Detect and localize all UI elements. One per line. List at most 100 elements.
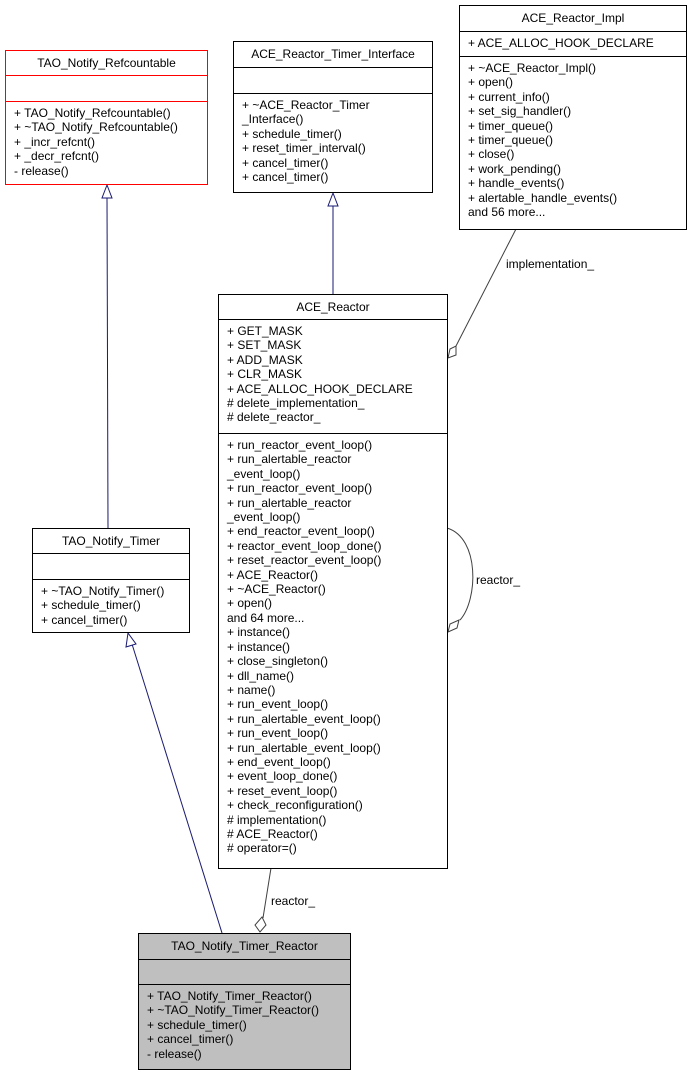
member-row: + current_info() [468,89,550,104]
member-row: + cancel_timer() [242,170,329,185]
inheritance-arrowhead-icon [101,183,113,199]
aggregation-diamond-icon [254,916,267,933]
member-row: + reset_event_loop() [227,783,338,798]
member-row: + schedule_timer() [41,598,141,613]
member-row: + dll_name() [227,668,295,683]
member-row: + _decr_refcnt() [14,149,100,164]
member-row: + ACE_Reactor() [227,567,319,582]
member-row: + ~TAO_Notify_Refcountable() [14,120,178,135]
member-row: and 56 more... [468,205,546,220]
aggregation-diamond-icon [447,619,460,633]
edge-label-reactor-member: reactor_ [271,894,316,908]
member-row: + run_event_loop() [227,697,329,712]
member-row: + open() [227,596,273,611]
member-row: + close_singleton() [227,654,329,669]
member-row: + ~ACE_Reactor_Impl() [468,61,597,75]
member-row: + work_pending() [468,161,562,176]
class-attributes [234,68,432,94]
member-row: + ~TAO_Notify_Timer_Reactor() [147,1003,320,1018]
member-row: + run_alertable_reactor [227,495,352,510]
class-name: TAO_Notify_Timer_Reactor [139,934,350,960]
member-row: + end_reactor_event_loop() [227,524,375,539]
class-name: ACE_Reactor [219,295,447,320]
member-row: # delete_implementation_ [227,396,365,411]
member-row: - release() [14,163,69,178]
member-row: + run_alertable_reactor [227,452,352,467]
member-row: + event_loop_done() [227,769,338,784]
member-row: + ADD_MASK [227,352,303,367]
class-box-tao-notify-timer[interactable]: TAO_Notify_Timer + ~TAO_Notify_Timer() + … [32,528,190,633]
class-box-ace-reactor[interactable]: ACE_Reactor + GET_MASK + SET_MASK + ADD_MA… [218,294,448,869]
class-attributes: + GET_MASK + SET_MASK + ADD_MASK + CLR_MASK… [219,320,447,434]
member-row: + timer_queue() [468,118,554,133]
member-row: + alertable_handle_events() [468,190,618,205]
class-methods: + TAO_Notify_Refcountable() + ~TAO_Notify… [6,102,207,178]
class-box-ace-reactor-timer-interface[interactable]: ACE_Reactor_Timer_Interface + ~ACE_React… [233,41,433,193]
edge-label-implementation: implementation_ [506,257,595,271]
class-methods: + ~TAO_Notify_Timer() + schedule_timer() +… [33,580,189,627]
class-name: ACE_Reactor_Timer_Interface [234,42,432,68]
edge-label-reactor-self: reactor_ [476,573,521,587]
member-row: + _incr_refcnt() [14,134,96,149]
class-methods: + ~ACE_Reactor_Timer _Interface() + schedu… [234,94,432,184]
member-row: + end_event_loop() [227,754,331,769]
class-box-ace-reactor-impl[interactable]: ACE_Reactor_Impl + ACE_ALLOC_HOOK_DECLAR… [459,5,687,230]
member-row: _Interface() [242,112,304,127]
member-row: + cancel_timer() [41,612,128,627]
member-row: + open() [468,75,514,90]
member-row: + GET_MASK [227,324,303,338]
member-row: + run_reactor_event_loop() [227,481,373,496]
member-row: + run_alertable_event_loop() [227,711,381,726]
class-box-tao-notify-timer-reactor[interactable]: TAO_Notify_Timer_Reactor + TAO_Notify_Ti… [138,933,351,1070]
class-attributes [139,960,350,985]
member-row: # operator=() [227,841,297,856]
member-row: + reset_timer_interval() [242,141,366,156]
member-row: + reactor_event_loop_done() [227,538,382,553]
inheritance-edge-timerreactor-timer [131,643,223,934]
inheritance-edge-timer-refcountable [106,196,109,529]
class-name: ACE_Reactor_Impl [460,6,686,32]
member-row: + ~ACE_Reactor_Timer [242,98,370,112]
aggregation-diamond-icon [447,345,457,359]
member-row: + cancel_timer() [147,1032,234,1047]
member-row: + check_reconfiguration() [227,798,363,813]
class-name: TAO_Notify_Refcountable [6,51,207,76]
association-edge-reactor-member [262,867,272,919]
association-edge-implementation [455,228,517,347]
member-row: _event_loop() [227,466,301,481]
member-row: + reset_reactor_event_loop() [227,553,382,568]
member-row: + SET_MASK [227,338,302,353]
member-row: + ACE_ALLOC_HOOK_DECLARE [227,381,413,396]
member-row: + ~ACE_Reactor() [227,582,326,597]
member-row: + run_reactor_event_loop() [227,438,373,452]
class-methods: + run_reactor_event_loop() + run_alertabl… [219,434,447,856]
member-row: # delete_reactor_ [227,410,321,425]
member-row: + close() [468,147,515,162]
class-methods: + TAO_Notify_Timer_Reactor() + ~TAO_Notif… [139,985,350,1061]
member-row: # implementation() [227,812,327,827]
member-row: _event_loop() [227,510,301,525]
member-row: + CLR_MASK [227,367,303,382]
member-row: + handle_events() [468,176,565,191]
member-row: # ACE_Reactor() [227,826,318,841]
member-row: + name() [227,682,276,697]
member-row: + instance() [227,625,291,640]
member-row: + TAO_Notify_Timer_Reactor() [147,989,312,1003]
class-box-tao-notify-refcountable[interactable]: TAO_Notify_Refcountable + TAO_Notify_Ref… [5,50,208,185]
member-row: + run_event_loop() [227,726,329,741]
member-row: + run_alertable_event_loop() [227,740,381,755]
class-name: TAO_Notify_Timer [33,529,189,554]
class-methods: + ~ACE_Reactor_Impl() + open() + current_i… [460,57,686,219]
member-row: and 64 more... [227,610,305,625]
class-attributes [6,76,207,102]
class-attributes [33,554,189,580]
member-row: + schedule_timer() [242,126,342,141]
member-row: + cancel_timer() [242,155,329,170]
association-edge-reactor-self [446,527,474,621]
inheritance-arrowhead-icon [327,191,339,207]
class-attributes: + ACE_ALLOC_HOOK_DECLARE [460,32,686,57]
member-row: + ~TAO_Notify_Timer() [41,584,165,598]
member-row: + set_sig_handler() [468,104,572,119]
member-row: + ACE_ALLOC_HOOK_DECLARE [468,36,654,50]
inheritance-arrowhead-icon [125,631,137,648]
